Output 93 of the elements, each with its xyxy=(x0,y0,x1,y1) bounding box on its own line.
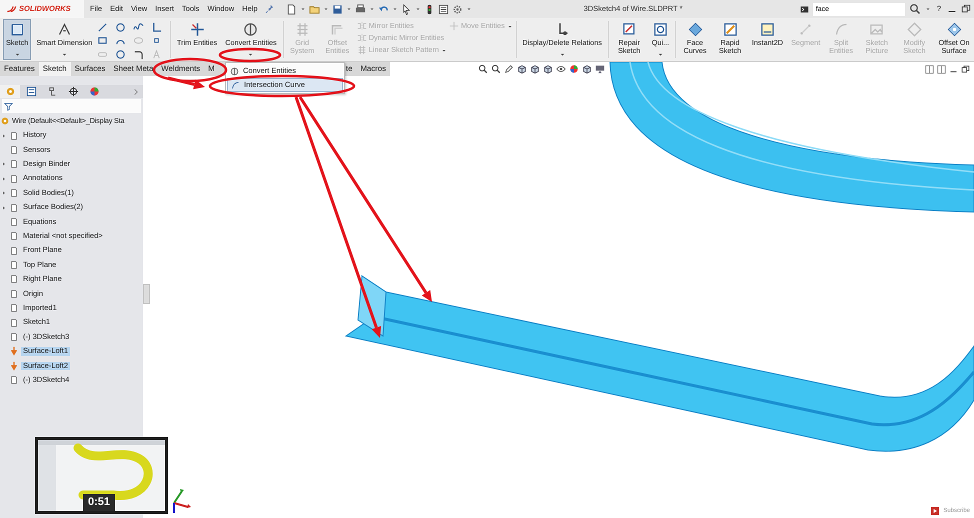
panel-collapse-handle[interactable] xyxy=(143,284,150,304)
curve-icon xyxy=(834,22,849,37)
item-icon xyxy=(9,159,19,170)
search-icon[interactable] xyxy=(478,64,488,74)
arrow-down-icon xyxy=(9,346,19,356)
corner-icon[interactable] xyxy=(151,22,162,33)
filter-icon[interactable] xyxy=(4,102,13,110)
annotation-arrow xyxy=(168,76,205,90)
item-icon xyxy=(9,188,19,198)
expand-arrow-icon[interactable] xyxy=(0,132,6,139)
expand-arrow-icon[interactable] xyxy=(0,190,6,196)
restore-icon[interactable] xyxy=(961,65,970,74)
line-icon[interactable] xyxy=(97,22,108,33)
repair-icon xyxy=(622,22,637,37)
caret-icon xyxy=(558,51,566,58)
target-icon xyxy=(652,22,668,37)
item-icon xyxy=(9,246,19,256)
color-ball-icon[interactable] xyxy=(569,64,579,74)
offset-icon xyxy=(330,22,345,37)
item-icon xyxy=(9,303,19,314)
caret-icon xyxy=(656,51,664,58)
split-view-icon[interactable] xyxy=(925,65,934,74)
curve-icon xyxy=(231,80,240,90)
sphere-icon xyxy=(243,22,258,37)
item-icon xyxy=(9,202,19,213)
item-icon xyxy=(9,260,19,270)
chevron-icon[interactable] xyxy=(132,88,140,96)
item-icon xyxy=(9,216,19,227)
mirror-icon xyxy=(356,21,367,31)
video-thumbnail[interactable] xyxy=(38,440,165,511)
item-icon xyxy=(9,174,19,184)
item-icon xyxy=(9,332,19,342)
mirror-icon xyxy=(356,33,367,43)
grid-icon xyxy=(356,45,367,55)
restore-icon[interactable] xyxy=(961,4,971,14)
square-icon xyxy=(760,22,775,37)
save-icon[interactable] xyxy=(332,4,343,14)
item-icon xyxy=(9,231,19,242)
arrow-down-icon xyxy=(9,360,19,371)
rectangle-icon[interactable] xyxy=(97,35,108,46)
item-icon xyxy=(9,274,19,284)
pencil-icon[interactable] xyxy=(504,64,514,74)
diamond-icon xyxy=(946,22,962,37)
properties-icon xyxy=(26,86,36,97)
feature-tree-icon xyxy=(4,86,16,97)
circle-icon[interactable] xyxy=(115,48,126,60)
expand-arrow-icon[interactable] xyxy=(0,161,6,168)
logo-icon xyxy=(6,4,17,14)
circle-icon[interactable] xyxy=(115,22,126,33)
diamond-icon xyxy=(906,22,922,37)
grid-icon xyxy=(294,22,310,37)
expand-arrow-icon[interactable] xyxy=(0,176,6,182)
segment-icon xyxy=(798,22,814,37)
move-icon xyxy=(448,21,459,31)
caret-icon xyxy=(14,51,21,58)
terminal-icon xyxy=(800,4,809,14)
video-timestamp: 0:51 xyxy=(83,494,116,511)
cube-icon[interactable] xyxy=(517,64,527,74)
expand-arrow-icon[interactable] xyxy=(0,204,6,211)
list-icon[interactable] xyxy=(438,4,449,14)
printer-icon[interactable] xyxy=(354,4,366,14)
pointer-icon[interactable] xyxy=(400,4,412,14)
trim-icon xyxy=(190,22,205,37)
crosshair-icon xyxy=(68,86,78,97)
search-icon[interactable] xyxy=(908,3,921,15)
search-icon[interactable] xyxy=(491,64,501,74)
play-icon[interactable] xyxy=(930,507,940,515)
split-view-icon[interactable] xyxy=(937,65,946,74)
dimension-icon xyxy=(56,22,72,37)
color-ball-icon xyxy=(88,86,100,97)
eye-icon[interactable] xyxy=(556,64,566,74)
sketch-icon xyxy=(10,22,25,37)
cube-icon[interactable] xyxy=(543,64,553,74)
caret-icon xyxy=(247,51,254,58)
sphere-icon xyxy=(230,66,239,76)
pencil-square-icon xyxy=(722,22,738,37)
new-document-icon[interactable] xyxy=(286,4,297,14)
item-icon xyxy=(9,144,19,155)
part-icon xyxy=(0,116,10,126)
configuration-icon xyxy=(46,86,58,97)
picture-icon xyxy=(869,22,884,37)
item-icon xyxy=(9,318,19,328)
item-icon xyxy=(9,288,19,299)
settings-icon[interactable] xyxy=(452,4,463,14)
caret-icon xyxy=(60,51,68,58)
item-icon xyxy=(9,375,19,386)
cube-icon[interactable] xyxy=(582,64,592,74)
pin-icon[interactable] xyxy=(264,4,274,14)
cube-icon[interactable] xyxy=(530,64,540,74)
item-icon xyxy=(9,130,19,141)
fillet-icon[interactable] xyxy=(133,48,144,60)
diamond-icon xyxy=(688,22,702,37)
monitor-icon[interactable] xyxy=(595,64,605,74)
